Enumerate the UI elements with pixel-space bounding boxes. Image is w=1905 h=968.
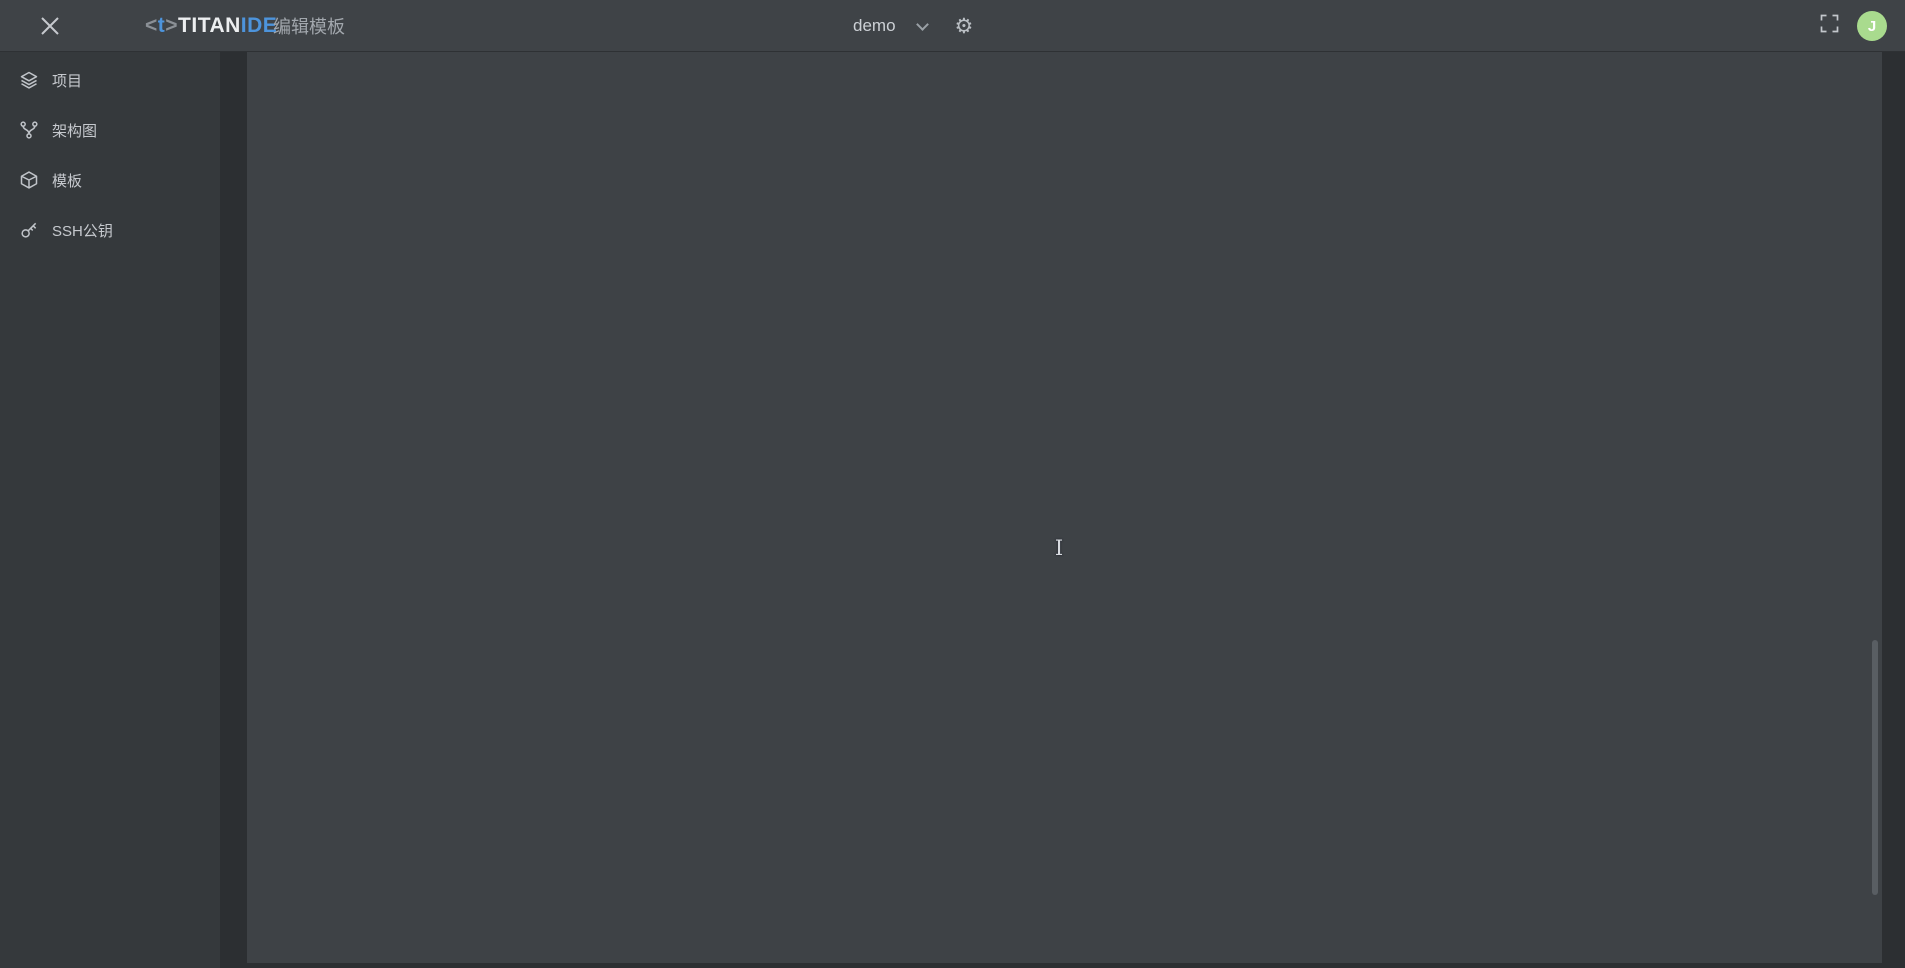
sidebar: 项目 架构图 模板 SSH公钥 <box>0 52 220 968</box>
scrollbar-thumb[interactable] <box>1872 640 1878 895</box>
sidebar-item-label: 架构图 <box>52 120 97 141</box>
logo-t: t <box>158 14 166 38</box>
architecture-icon <box>19 120 39 140</box>
chevron-down-icon[interactable] <box>916 18 929 31</box>
logo-ide: IDE <box>241 14 278 38</box>
sidebar-item-architecture[interactable]: 架构图 <box>0 105 220 155</box>
fullscreen-icon[interactable] <box>1820 14 1839 38</box>
app-logo: <t>TITANIDE <box>145 0 277 52</box>
layers-icon <box>19 70 39 90</box>
cube-icon <box>19 170 39 190</box>
page-title: 编辑模板 <box>273 0 345 52</box>
sidebar-item-label: SSH公钥 <box>52 220 113 241</box>
workspace-selector[interactable]: demo <box>853 16 896 36</box>
key-icon <box>19 220 39 240</box>
logo-titan: TITAN <box>178 14 241 38</box>
close-icon[interactable] <box>38 14 62 38</box>
avatar[interactable]: J <box>1857 11 1887 41</box>
gear-icon[interactable]: ⚙ <box>955 16 974 37</box>
logo-bracket: > <box>165 14 178 38</box>
sidebar-item-projects[interactable]: 项目 <box>0 55 220 105</box>
topbar: <t>TITANIDE 编辑模板 demo ⚙ J <box>0 0 1905 52</box>
sidebar-item-label: 项目 <box>52 70 82 91</box>
edit-template-panel <box>247 52 1882 963</box>
sidebar-item-label: 模板 <box>52 170 82 191</box>
logo-bracket: < <box>145 14 158 38</box>
sidebar-item-templates[interactable]: 模板 <box>0 155 220 205</box>
sidebar-item-ssh-keys[interactable]: SSH公钥 <box>0 205 220 255</box>
